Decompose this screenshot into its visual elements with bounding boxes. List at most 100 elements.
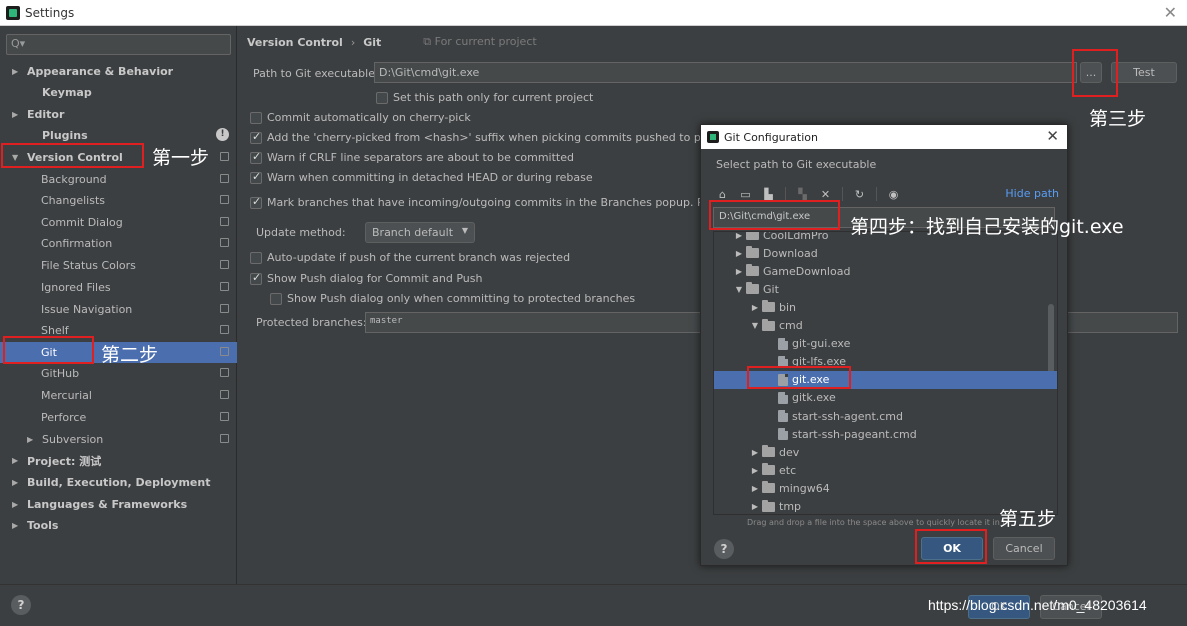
- info-icon: !: [216, 128, 229, 141]
- new-folder-icon: ▚: [798, 187, 807, 201]
- breadcrumb-version-control[interactable]: Version Control: [247, 36, 343, 49]
- chevron-right-icon[interactable]: ▶: [12, 67, 22, 76]
- file-row[interactable]: gitk.exe: [714, 389, 1057, 407]
- sidebar-item[interactable]: ▶ Languages & Frameworks: [0, 494, 237, 515]
- option-checkbox[interactable]: [250, 111, 262, 124]
- auto-update-checkbox[interactable]: [250, 251, 262, 264]
- folder-row[interactable]: ▶ bin: [714, 298, 1057, 316]
- folder-row[interactable]: ▶ mingw64: [714, 479, 1057, 497]
- sidebar-item[interactable]: ▶ Tools: [0, 515, 237, 536]
- help-icon[interactable]: ?: [11, 595, 31, 615]
- show-push-protected-row[interactable]: Show Push dialog only when committing to…: [270, 292, 635, 305]
- delete-icon[interactable]: ✕: [819, 188, 832, 201]
- test-button[interactable]: Test: [1111, 62, 1177, 83]
- update-method-select[interactable]: Branch default ▼: [365, 222, 475, 243]
- sidebar-item[interactable]: Perforce: [0, 407, 237, 428]
- chevron-right-icon[interactable]: ▶: [732, 249, 746, 258]
- option-row[interactable]: Warn if CRLF line separators are about t…: [250, 150, 574, 164]
- settings-search-input[interactable]: Q▾: [6, 34, 231, 55]
- chevron-right-icon[interactable]: ▶: [12, 478, 22, 487]
- toolbar-divider: [785, 187, 786, 201]
- option-row[interactable]: Mark branches that have incoming/outgoin…: [250, 195, 739, 209]
- option-checkbox[interactable]: [250, 170, 262, 184]
- dialog-help-icon[interactable]: ?: [714, 539, 734, 559]
- set-path-only-row[interactable]: Set this path only for current project: [376, 91, 593, 104]
- sidebar-item[interactable]: Issue Navigation: [0, 299, 237, 320]
- folder-row[interactable]: ▶ etc: [714, 461, 1057, 479]
- option-row[interactable]: Warn when committing in detached HEAD or…: [250, 170, 593, 184]
- folder-row[interactable]: ▶ GameDownload: [714, 262, 1057, 280]
- sidebar-item[interactable]: ▶ Subversion: [0, 429, 237, 450]
- sidebar-item[interactable]: Commit Dialog: [0, 212, 237, 233]
- dialog-cancel-button[interactable]: Cancel: [993, 537, 1055, 560]
- chevron-right-icon[interactable]: ▶: [12, 521, 22, 530]
- option-checkbox[interactable]: [250, 195, 262, 209]
- tree-node-label: start-ssh-agent.cmd: [792, 409, 904, 423]
- sidebar-item-label: Languages & Frameworks: [27, 498, 188, 511]
- option-row[interactable]: Add the 'cherry-picked from <hash>' suff…: [250, 130, 747, 144]
- home-icon[interactable]: ⌂: [716, 188, 729, 201]
- sidebar-item[interactable]: ▶ Appearance & Behavior: [0, 61, 237, 82]
- chevron-down-icon: ▼: [461, 226, 468, 235]
- chevron-right-icon[interactable]: ▶: [12, 110, 22, 119]
- project-scope-icon: [220, 347, 229, 356]
- search-icon: Q▾: [11, 37, 26, 50]
- sidebar-item[interactable]: Mercurial: [0, 385, 237, 406]
- file-row[interactable]: start-ssh-agent.cmd: [714, 407, 1057, 425]
- chevron-down-icon[interactable]: ▼: [732, 285, 746, 294]
- auto-update-row[interactable]: Auto-update if push of the current branc…: [250, 251, 570, 264]
- csdn-watermark: https://blog.csdn.net/m0_48203614: [928, 597, 1147, 613]
- sidebar-item[interactable]: Ignored Files: [0, 277, 237, 298]
- folder-row[interactable]: ▶ Download: [714, 244, 1057, 262]
- show-hidden-icon[interactable]: ◉: [887, 188, 900, 201]
- tree-node-label: Git: [763, 282, 779, 296]
- chevron-right-icon[interactable]: ▶: [12, 456, 22, 465]
- breadcrumb: Version Control › Git ⧉ For current proj…: [247, 35, 537, 49]
- option-checkbox[interactable]: [250, 150, 262, 164]
- chevron-right-icon[interactable]: ▶: [732, 232, 746, 240]
- chevron-right-icon[interactable]: ▶: [732, 267, 746, 276]
- chevron-right-icon[interactable]: ▶: [27, 435, 37, 444]
- option-row[interactable]: Commit automatically on cherry-pick: [250, 111, 471, 124]
- file-row[interactable]: git-gui.exe: [714, 335, 1057, 353]
- folder-row[interactable]: ▼ Git: [714, 280, 1057, 298]
- sidebar-item[interactable]: Changelists: [0, 190, 237, 211]
- file-row[interactable]: start-ssh-pageant.cmd: [714, 425, 1057, 443]
- folder-icon: [746, 246, 759, 259]
- show-push-checkbox[interactable]: [250, 271, 262, 285]
- sidebar-item[interactable]: File Status Colors: [0, 255, 237, 276]
- show-push-label: Show Push dialog for Commit and Push: [267, 272, 483, 285]
- toolbar-divider: [876, 187, 877, 201]
- dialog-close-icon[interactable]: ✕: [1046, 127, 1059, 145]
- refresh-icon[interactable]: ↻: [853, 188, 866, 201]
- hide-path-link[interactable]: Hide path: [1005, 187, 1059, 200]
- chevron-right-icon[interactable]: ▶: [748, 448, 762, 457]
- chevron-right-icon[interactable]: ▶: [748, 502, 762, 511]
- file-icon: [778, 337, 788, 350]
- git-path-input[interactable]: D:\Git\cmd\git.exe: [374, 62, 1077, 83]
- set-path-only-checkbox[interactable]: [376, 91, 388, 104]
- sidebar-item[interactable]: ▶ Project: 测试: [0, 450, 237, 471]
- desktop-icon[interactable]: ▭: [739, 188, 752, 201]
- chevron-right-icon[interactable]: ▶: [748, 303, 762, 312]
- sidebar-item[interactable]: Confirmation: [0, 233, 237, 254]
- sidebar-item[interactable]: Keymap: [0, 82, 237, 103]
- chevron-right-icon[interactable]: ▶: [748, 484, 762, 493]
- sidebar-item[interactable]: Background: [0, 169, 237, 190]
- tree-node-label: tmp: [779, 500, 802, 513]
- option-checkbox[interactable]: [250, 130, 262, 144]
- show-push-protected-checkbox[interactable]: [270, 292, 282, 305]
- chevron-right-icon[interactable]: ▶: [12, 500, 22, 509]
- folder-row[interactable]: ▼ cmd: [714, 317, 1057, 335]
- project-scope-icon: [220, 260, 229, 269]
- project-folder-icon[interactable]: ▙: [762, 188, 775, 201]
- folder-row[interactable]: ▶ dev: [714, 443, 1057, 461]
- chevron-right-icon[interactable]: ▶: [748, 466, 762, 475]
- chevron-down-icon[interactable]: ▼: [748, 321, 762, 330]
- window-close-icon[interactable]: ✕: [1164, 3, 1177, 22]
- show-push-row[interactable]: Show Push dialog for Commit and Push: [250, 271, 483, 285]
- sidebar-item-label: Confirmation: [41, 237, 113, 250]
- sidebar-item-label: Changelists: [41, 194, 106, 207]
- sidebar-item[interactable]: ▶ Editor: [0, 104, 237, 125]
- sidebar-item[interactable]: ▶ Build, Execution, Deployment: [0, 472, 237, 493]
